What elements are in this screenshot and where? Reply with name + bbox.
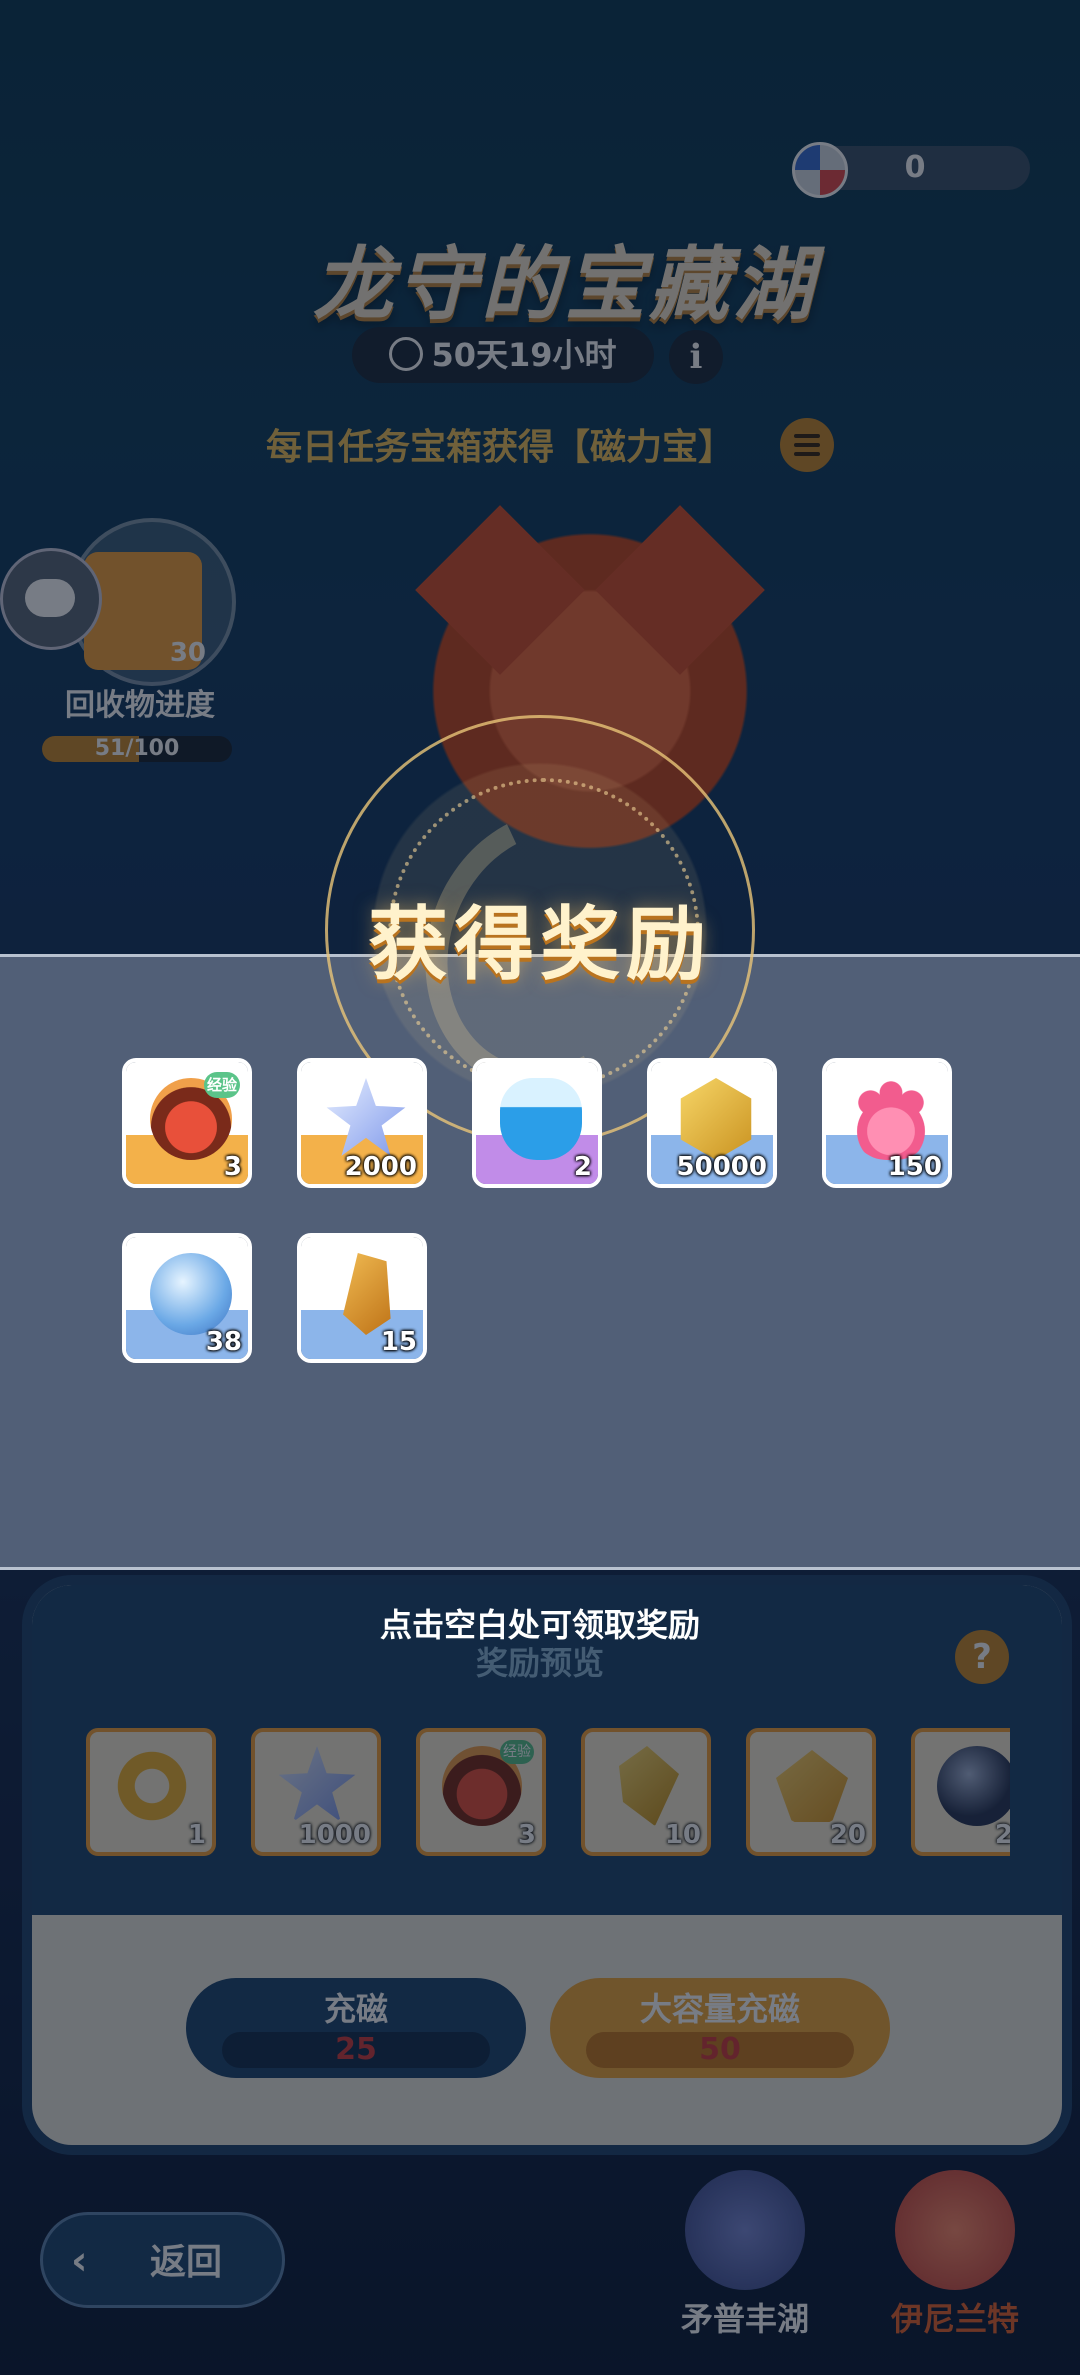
reward-item[interactable]: 150 [822,1058,952,1188]
paw-icon [850,1078,932,1160]
event-timer: 50天19小时 [352,327,654,383]
preview-item[interactable]: 1 [86,1728,216,1856]
chat-button[interactable] [0,548,102,650]
back-arrow-icon: ‹ [71,2238,88,2284]
clock-icon [389,337,424,371]
crystal-star-icon [278,1746,356,1822]
reward-count: 2000 [344,1152,417,1182]
reward-item[interactable]: 经验 3 [122,1058,252,1188]
mascot-illustration [400,505,780,900]
list-button[interactable] [780,418,834,472]
preview-count: 1000 [298,1820,371,1850]
reward-item[interactable]: 38 [122,1233,252,1363]
water-orb-icon [150,1253,232,1335]
magnet-counter: 0 [792,142,1030,198]
preview-item[interactable]: 20 [911,1728,1010,1856]
claim-hint: 点击空白处可领取奖励 [379,1606,700,1644]
nav-right-label: 伊尼兰特 [890,2300,1019,2338]
exp-badge: 经验 [204,1072,240,1098]
big-charge-label: 大容量充磁 [639,1990,800,2028]
preview-count: 3 [517,1820,536,1850]
preview-count: 10 [664,1820,701,1850]
preview-count: 20 [829,1820,866,1850]
preview-item[interactable]: 10 [581,1728,711,1856]
reward-count: 50000 [676,1152,767,1182]
shell-pearl-icon [685,2170,805,2290]
preview-count: 20 [994,1820,1010,1850]
reward-count: 15 [380,1327,417,1357]
reward-item[interactable]: 50000 [647,1058,777,1188]
charge-button[interactable]: 充磁 25 [186,1978,526,2078]
nav-right-lake[interactable]: 伊尼兰特 [860,2170,1050,2340]
magnet-icon [112,1746,192,1826]
preview-item[interactable]: 20 [746,1728,876,1856]
magnet-count: 0 [904,150,926,185]
chat-bubble-icon [25,579,75,617]
reward-count: 2 [573,1152,592,1182]
orb-icon [937,1746,1010,1826]
gem-icon [619,1746,679,1826]
reward-count: 150 [887,1152,942,1182]
preview-item[interactable]: 经验 3 [416,1728,546,1856]
big-charge-cost: 50 [586,2032,854,2068]
daily-task-text: 每日任务宝箱获得【磁力宝】 [265,427,734,468]
back-label: 返回 [149,2242,222,2283]
potion-bottle-icon [500,1078,582,1160]
preview-count: 1 [187,1820,206,1850]
recycle-label: 回收物进度 [65,688,215,723]
reward-count: 3 [223,1152,242,1182]
recycle-count: 30 [169,638,206,668]
fox-token-icon [776,1750,848,1822]
nav-left-label: 矛普丰湖 [680,2300,809,2338]
recycle-progress-text: 51/100 [94,736,180,761]
charge-cost: 25 [222,2032,490,2068]
reward-title: 获得奖励 [368,898,712,991]
nav-left-lake[interactable]: 矛普丰湖 [650,2170,840,2340]
info-button[interactable]: i [669,330,723,384]
preview-item-row: 1 1000 经验 3 10 20 20 [86,1728,1010,1858]
exp-badge: 经验 [500,1740,534,1764]
reward-item[interactable]: 2000 [297,1058,427,1188]
big-charge-button[interactable]: 大容量充磁 50 [550,1978,890,2078]
reward-item[interactable]: 15 [297,1233,427,1363]
shell-pearl-icon [895,2170,1015,2290]
back-button[interactable]: ‹ 返回 [40,2212,285,2308]
preview-item[interactable]: 1000 [251,1728,381,1856]
recycle-progress-bar: 51/100 [42,736,232,762]
reward-count: 38 [205,1327,242,1357]
charge-label: 充磁 [323,1990,388,2028]
event-title: 龙守的宝藏湖 [313,238,817,331]
reward-item[interactable]: 2 [472,1058,602,1188]
timer-text: 50天19小时 [431,336,617,374]
